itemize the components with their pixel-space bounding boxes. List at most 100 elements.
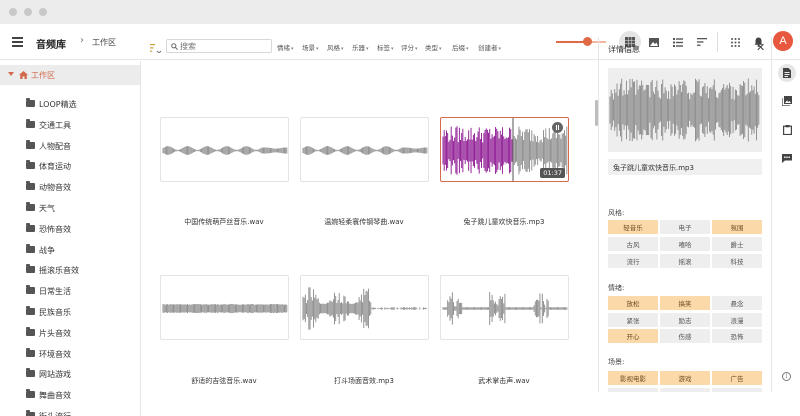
sidebar-item[interactable]: 片头音效: [0, 323, 140, 343]
rail-comment-button[interactable]: [778, 149, 796, 167]
rail-detail-button[interactable]: [778, 64, 796, 82]
audio-file-name[interactable]: 武术掌击声.wav: [439, 376, 569, 386]
audio-file-name[interactable]: 温婉轻柔寰传钢琴曲.wav: [299, 217, 429, 227]
mood-tag[interactable]: 搞笑: [660, 296, 710, 310]
sidebar-root-label: 工作区: [31, 71, 55, 80]
style-tag[interactable]: 轻音乐: [608, 220, 658, 234]
filter-dropdown[interactable]: 类型▾: [425, 42, 442, 52]
sidebar-item[interactable]: LOOP精选: [0, 94, 140, 114]
info-icon[interactable]: i: [782, 372, 791, 381]
filter-label: 评分: [401, 44, 414, 52]
sidebar-item-label: 舞曲音效: [39, 391, 71, 401]
scene-tag[interactable]: 广告: [712, 371, 762, 385]
mood-label: 情绪:: [608, 284, 625, 292]
sidebar-item[interactable]: 街头流行: [0, 406, 140, 416]
audio-card[interactable]: [300, 117, 429, 182]
waveform: [162, 146, 288, 155]
clipboard-icon: [782, 125, 792, 135]
folder-icon: [26, 326, 35, 336]
folder-icon: [26, 181, 35, 191]
sort-filter-icon[interactable]: [150, 43, 162, 53]
filter-dropdown[interactable]: 后缀▾: [452, 42, 469, 52]
volume-slider-knob[interactable]: [583, 37, 592, 46]
sidebar-item[interactable]: 日常生活: [0, 281, 140, 301]
style-label: 风格:: [608, 209, 625, 217]
filter-dropdown[interactable]: 风格▾: [327, 42, 344, 52]
chevron-down-icon: ▾: [391, 46, 394, 52]
sidebar-item-label: 恐怖音效: [39, 224, 71, 234]
filter-dropdown[interactable]: 场景▾: [302, 42, 319, 52]
filter-bar: [142, 61, 596, 83]
menu-icon[interactable]: [12, 37, 23, 47]
audio-file-name[interactable]: 兔子跳儿童欢快音乐.mp3: [439, 217, 569, 227]
sidebar-item[interactable]: 环境音效: [0, 344, 140, 364]
style-tag[interactable]: 摇滚: [660, 254, 710, 268]
sidebar-item[interactable]: 人物配音: [0, 136, 140, 156]
app-title: 音频库: [36, 40, 66, 51]
search-field[interactable]: [180, 41, 268, 51]
mood-tag[interactable]: 伤感: [660, 329, 710, 343]
sidebar-item[interactable]: 摇滚乐音效: [0, 260, 140, 280]
sidebar-item[interactable]: 体育运动: [0, 156, 140, 176]
mood-tag[interactable]: 紧张: [608, 313, 658, 327]
rail-gallery-button[interactable]: [778, 92, 796, 110]
scene-tag[interactable]: 节日庆典: [660, 388, 710, 392]
filter-dropdown[interactable]: 标签▾: [377, 42, 394, 52]
filter-dropdown[interactable]: 评分▾: [401, 42, 418, 52]
mood-tag[interactable]: 浪漫: [712, 313, 762, 327]
style-tag[interactable]: 嘻哈: [660, 237, 710, 251]
scene-tag[interactable]: 影视电影: [608, 371, 658, 385]
playback-time: 01:37: [540, 168, 565, 178]
style-tag[interactable]: 流行: [608, 254, 658, 268]
sidebar-item-label: 摇滚乐音效: [39, 266, 79, 276]
window-close-dot[interactable]: [9, 8, 17, 16]
audio-card[interactable]: [160, 117, 289, 182]
sidebar-item-label: 天气: [39, 204, 55, 213]
folder-icon: [26, 306, 35, 315]
mood-tag[interactable]: 励志: [660, 313, 710, 327]
close-icon[interactable]: ✕: [756, 41, 765, 54]
rail-clipboard-button[interactable]: [778, 121, 796, 139]
audio-file-name[interactable]: 舒适的吉弦音乐.wav: [159, 376, 289, 386]
style-tag[interactable]: 氛围: [712, 220, 762, 234]
breadcrumb[interactable]: 工作区: [92, 37, 116, 48]
style-tag[interactable]: 电子: [660, 220, 710, 234]
scene-tag[interactable]: 婚礼: [712, 388, 762, 392]
sidebar-item[interactable]: 舞曲音效: [0, 385, 140, 405]
sidebar-item[interactable]: 天气: [0, 198, 140, 218]
audio-card[interactable]: [440, 275, 569, 340]
filter-label: 后缀: [452, 44, 465, 52]
filter-dropdown[interactable]: 创建者▾: [478, 42, 501, 52]
chevron-down-icon: ▾: [498, 46, 502, 52]
mood-tag[interactable]: 悬念: [712, 296, 762, 310]
audio-card[interactable]: [300, 275, 429, 340]
filter-dropdown[interactable]: 乐器▾: [352, 42, 369, 52]
audio-file-name[interactable]: 打斗场面音效.mp3: [299, 376, 429, 386]
window-zoom-dot[interactable]: [39, 8, 47, 16]
mood-tag[interactable]: 放松: [608, 296, 658, 310]
search-input[interactable]: [166, 39, 272, 53]
audio-card[interactable]: [160, 275, 289, 340]
sidebar-item[interactable]: 动物音效: [0, 177, 140, 197]
mood-tag[interactable]: 开心: [608, 329, 658, 343]
audio-file-name[interactable]: 中国传统萌芦丝音乐.wav: [159, 217, 289, 227]
waveform: [302, 146, 428, 155]
scene-tag[interactable]: 游戏: [660, 371, 710, 385]
sidebar-item[interactable]: 恐怖音效: [0, 219, 140, 239]
filter-dropdown[interactable]: 情绪▾: [277, 42, 294, 52]
folder-icon: [26, 243, 35, 253]
mood-tag[interactable]: 恐怖: [712, 329, 762, 343]
scene-tag[interactable]: 企业宣传片: [608, 388, 658, 392]
style-tag[interactable]: 爵士: [712, 237, 762, 251]
audio-card[interactable]: 01:37: [440, 117, 569, 182]
caret-down-icon[interactable]: [8, 72, 14, 76]
sidebar-item[interactable]: 民族音乐: [0, 302, 140, 322]
sidebar-item[interactable]: 交通工具: [0, 115, 140, 135]
style-tag[interactable]: 科技: [712, 254, 762, 268]
style-tag[interactable]: 古风: [608, 237, 658, 251]
window-minimize-dot[interactable]: [24, 8, 32, 16]
sidebar-item[interactable]: 战争: [0, 240, 140, 260]
pause-icon[interactable]: [552, 122, 563, 133]
sidebar-item-workspace[interactable]: 工作区: [0, 65, 140, 85]
sidebar-item[interactable]: 网站游戏: [0, 364, 140, 384]
